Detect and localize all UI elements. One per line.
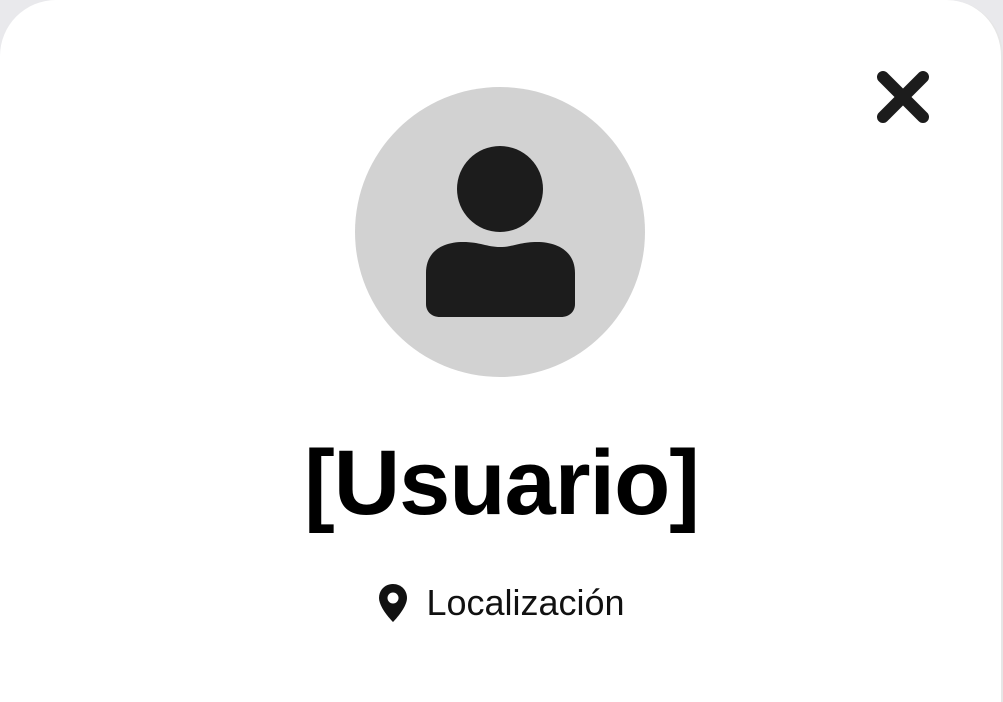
user-icon	[426, 146, 575, 317]
map-pin-icon	[378, 583, 408, 623]
close-button[interactable]	[870, 64, 936, 130]
user-name: [Usuario]	[304, 432, 700, 534]
location-row: Localización	[0, 580, 1003, 626]
location-label: Localización	[426, 582, 625, 623]
close-icon	[877, 71, 929, 123]
profile-card: [Usuario] Localización	[0, 0, 1003, 702]
avatar	[355, 87, 645, 377]
